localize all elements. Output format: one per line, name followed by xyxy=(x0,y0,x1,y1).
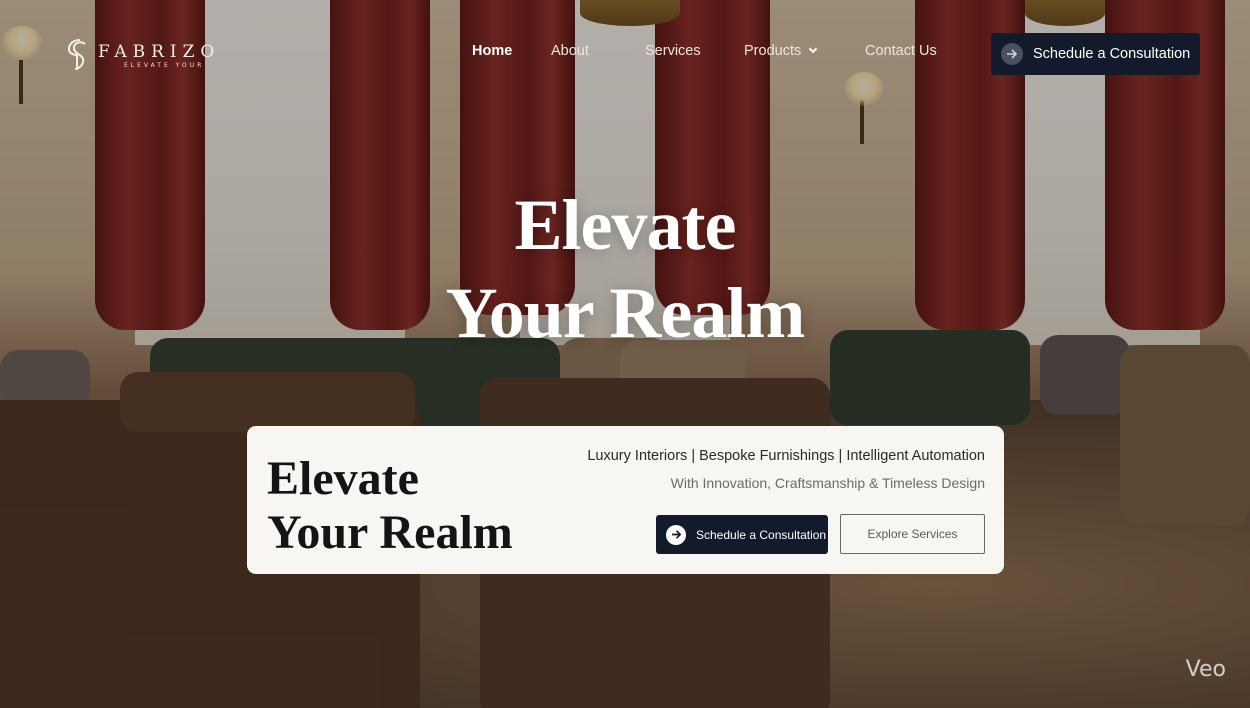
explore-services-label: Explore Services xyxy=(867,527,958,541)
chevron-down-icon xyxy=(808,44,818,54)
nav-cta-label: Schedule a Consultation xyxy=(1033,46,1191,62)
arrow-right-icon xyxy=(666,524,686,545)
card-subtitle: With Innovation, Craftsmanship & Timeles… xyxy=(670,475,985,491)
nav-item-home[interactable]: Home xyxy=(472,43,512,59)
hero-title-line1: Elevate xyxy=(514,185,737,265)
card-title: Elevate Your Realm xyxy=(267,452,513,560)
card-title-line1: Elevate xyxy=(267,452,419,505)
nav-item-services[interactable]: Services xyxy=(645,43,701,59)
schedule-consultation-nav-button[interactable]: Schedule a Consultation xyxy=(991,33,1200,75)
brand-tagline: ELEVATE YOUR xyxy=(124,61,205,69)
explore-services-button[interactable]: Explore Services xyxy=(840,514,985,554)
logo-monogram-icon xyxy=(67,39,86,70)
nav-item-products[interactable]: Products xyxy=(744,43,818,59)
nav-item-about[interactable]: About xyxy=(551,43,589,59)
schedule-consultation-label: Schedule a Consultation xyxy=(696,527,827,542)
hero-title-line2: Your Realm xyxy=(445,273,806,353)
nav-item-contact[interactable]: Contact Us xyxy=(865,43,937,59)
arrow-right-icon xyxy=(1001,43,1023,65)
hero-info-card: Elevate Your Realm Luxury Interiors | Be… xyxy=(247,426,1004,574)
nav-item-products-label: Products xyxy=(744,43,802,59)
brand-name: FABRIZO xyxy=(98,41,221,62)
card-tagline: Luxury Interiors | Bespoke Furnishings |… xyxy=(587,448,985,464)
veo-watermark: Veo xyxy=(1185,657,1226,682)
card-title-line2: Your Realm xyxy=(267,506,513,559)
top-navigation: FABRIZO ELEVATE YOUR Home About Services… xyxy=(0,0,1250,105)
schedule-consultation-button[interactable]: Schedule a Consultation xyxy=(656,515,828,554)
brand-logo[interactable]: FABRIZO ELEVATE YOUR xyxy=(66,38,220,72)
